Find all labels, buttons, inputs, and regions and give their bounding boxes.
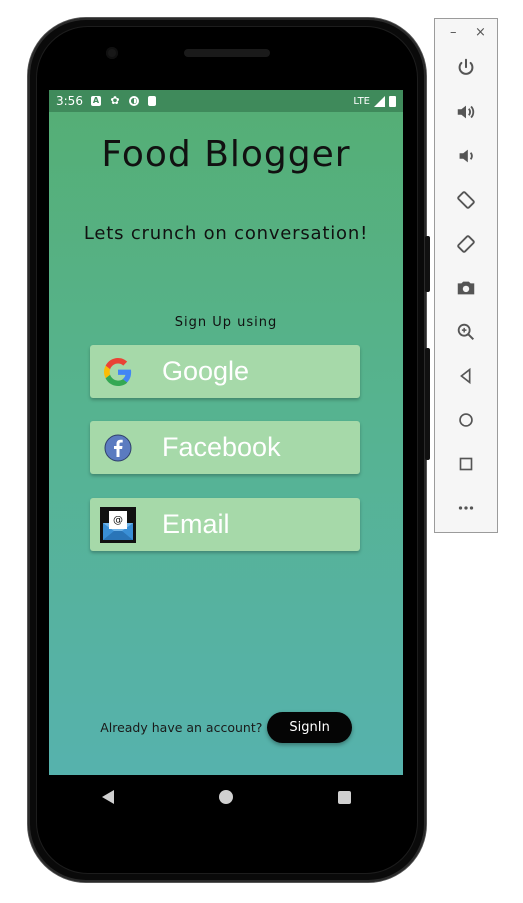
facebook-icon (100, 430, 136, 466)
facebook-button-label: Facebook (162, 432, 281, 462)
notification-app-icon: ◐ (128, 96, 139, 106)
signup-label: Sign Up using (174, 315, 278, 330)
close-button[interactable]: × (475, 25, 486, 40)
notification-settings-icon: ✿ (110, 94, 120, 107)
status-time: 3:56 (56, 94, 83, 108)
page-title: Food Blogger (101, 134, 351, 175)
nav-recent-apps-icon[interactable] (337, 790, 351, 804)
earpiece-speaker (184, 49, 270, 57)
facebook-signup-button[interactable]: Facebook (90, 421, 360, 474)
phone-volume-button (425, 348, 430, 460)
signin-footer: Already have an account? SignIn (49, 712, 403, 743)
email-icon: @ (100, 506, 136, 543)
phone-power-button (425, 236, 430, 292)
camera-icon[interactable] (449, 271, 483, 305)
home-icon[interactable] (449, 403, 483, 437)
front-camera (106, 47, 118, 59)
google-signup-button[interactable]: Google (90, 345, 360, 398)
volume-down-icon[interactable] (449, 139, 483, 173)
svg-text:@: @ (113, 515, 123, 526)
google-icon (100, 354, 136, 390)
battery-icon (389, 95, 396, 107)
status-right: LTE (353, 95, 396, 107)
zoom-icon[interactable] (449, 315, 483, 349)
network-type: LTE (353, 95, 370, 107)
back-icon[interactable] (449, 359, 483, 393)
rotate-left-icon[interactable] (449, 183, 483, 217)
power-icon[interactable] (449, 51, 483, 85)
status-bar: 3:56 A ✿ ◐ LTE (49, 90, 403, 112)
google-button-label: Google (162, 356, 250, 386)
app-screen: 3:56 A ✿ ◐ LTE Food Blogger Lets crunch … (49, 90, 403, 775)
email-signup-button[interactable]: @ Email (90, 498, 360, 551)
rotate-right-icon[interactable] (449, 227, 483, 261)
volume-up-icon[interactable] (449, 95, 483, 129)
android-nav-bar (49, 775, 403, 819)
nav-back-icon[interactable] (101, 790, 114, 804)
email-button-label: Email (162, 509, 230, 539)
notification-sd-icon (147, 96, 156, 106)
overview-icon[interactable] (449, 447, 483, 481)
notification-a-icon: A (90, 96, 101, 106)
nav-home-icon[interactable] (218, 790, 233, 804)
minimize-button[interactable]: – (450, 25, 457, 40)
already-have-account-text: Already have an account? (100, 720, 263, 735)
signin-button-label: SignIn (289, 720, 330, 735)
tagline: Lets crunch on conversation! (83, 223, 369, 244)
more-icon[interactable] (449, 491, 483, 525)
signin-button[interactable]: SignIn (267, 712, 352, 743)
signal-icon (374, 95, 385, 107)
emulator-toolbar: – × (434, 18, 498, 533)
